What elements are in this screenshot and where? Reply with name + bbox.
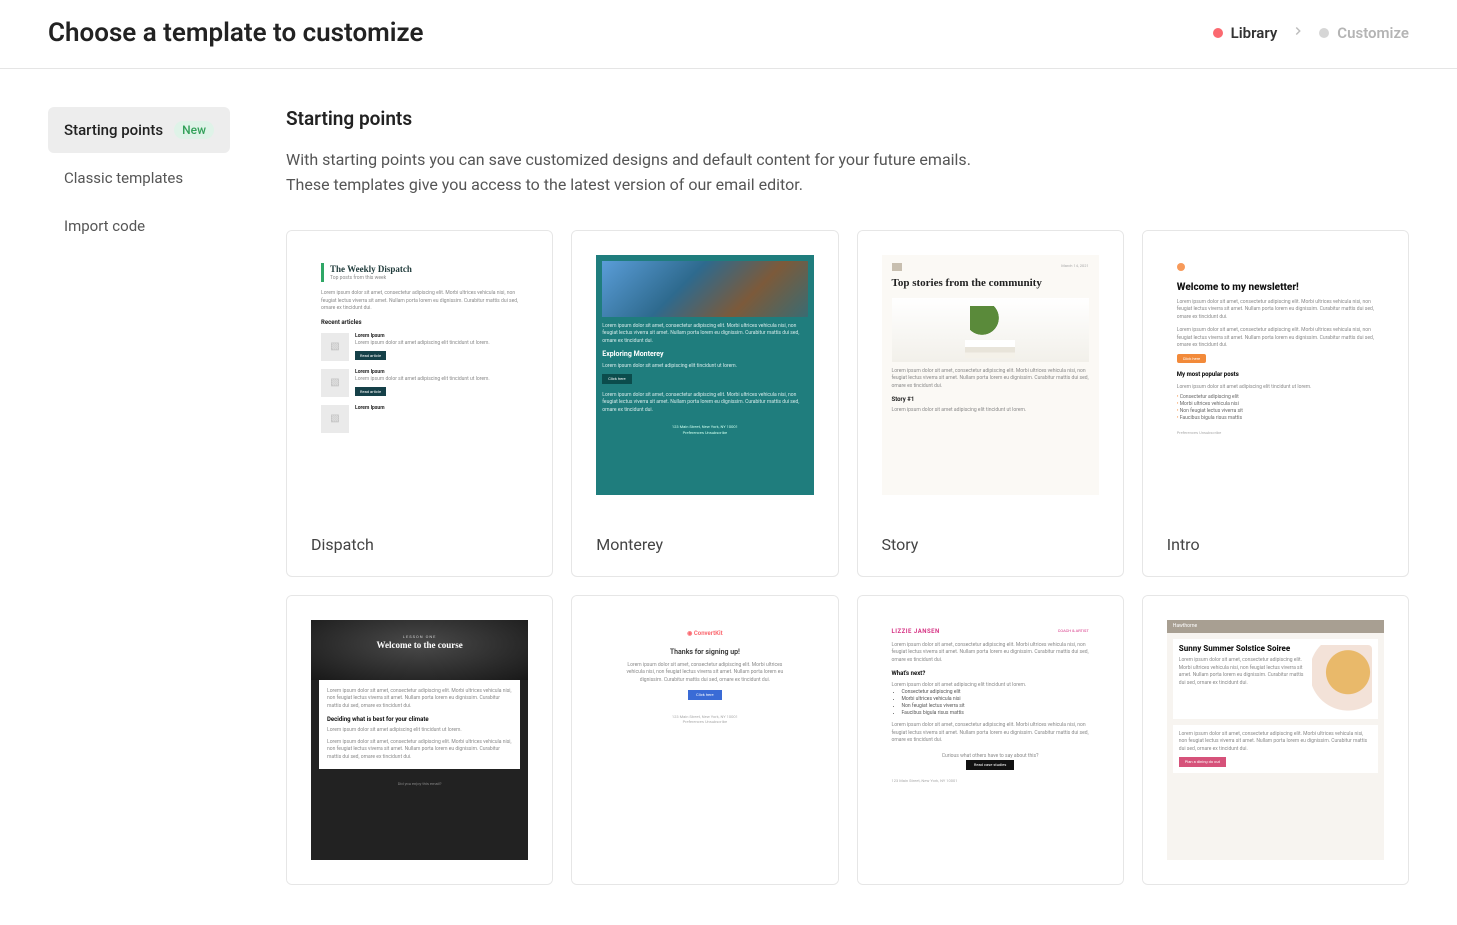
- template-preview: Lorem ipsum dolor sit amet, consectetur …: [572, 231, 837, 519]
- progress-stepper: Library Customize: [1213, 24, 1409, 42]
- step-dot-icon: [1319, 28, 1329, 38]
- content-area: Starting points With starting points you…: [286, 107, 1409, 885]
- template-name: Dispatch: [287, 519, 552, 576]
- template-card-dispatch[interactable]: The Weekly Dispatch Top posts from this …: [286, 230, 553, 577]
- new-badge: New: [174, 121, 214, 139]
- template-card[interactable]: LESSON ONE Welcome to the course Lorem i…: [286, 595, 553, 885]
- preview-heading: The Weekly Dispatch: [330, 263, 518, 276]
- step-dot-icon: [1213, 28, 1223, 38]
- template-preview: March 14, 2021 Top stories from the comm…: [858, 231, 1123, 519]
- sidebar-item-starting-points[interactable]: Starting points New: [48, 107, 230, 153]
- template-name: Monterey: [572, 519, 837, 576]
- template-card-monterey[interactable]: Lorem ipsum dolor sit amet, consectetur …: [571, 230, 838, 577]
- template-preview: Hawthorne Sunny Summer Solstice Soiree L…: [1143, 596, 1408, 884]
- sidebar-item-import-code[interactable]: Import code: [48, 203, 230, 249]
- template-card-story[interactable]: March 14, 2021 Top stories from the comm…: [857, 230, 1124, 577]
- logo-icon: [1177, 263, 1185, 271]
- template-name: Story: [858, 519, 1123, 576]
- page-title: Choose a template to customize: [48, 18, 423, 48]
- sidebar: Starting points New Classic templates Im…: [48, 107, 230, 885]
- template-card-intro[interactable]: Welcome to my newsletter! Lorem ipsum do…: [1142, 230, 1409, 577]
- template-preview: LIZZIE JANSEN COACH & ARTIST Lorem ipsum…: [858, 596, 1123, 884]
- page-header: Choose a template to customize Library C…: [0, 0, 1457, 69]
- logo-icon: [892, 263, 902, 271]
- section-description: With starting points you can save custom…: [286, 148, 1409, 198]
- logo-icon: ◉ ConvertKit: [606, 630, 803, 638]
- step-customize: Customize: [1319, 24, 1409, 42]
- section-title: Starting points: [286, 107, 1409, 130]
- image-placeholder-icon: ▧: [321, 405, 349, 433]
- template-card[interactable]: Hawthorne Sunny Summer Solstice Soiree L…: [1142, 595, 1409, 885]
- image-placeholder-icon: ▧: [321, 369, 349, 397]
- template-card[interactable]: LIZZIE JANSEN COACH & ARTIST Lorem ipsum…: [857, 595, 1124, 885]
- step-label: Customize: [1337, 24, 1409, 42]
- chevron-right-icon: [1291, 24, 1305, 42]
- sidebar-item-label: Classic templates: [64, 169, 183, 187]
- hero-image: [602, 261, 807, 317]
- preview-subtitle: Top posts from this week: [330, 275, 518, 282]
- template-preview: The Weekly Dispatch Top posts from this …: [287, 231, 552, 519]
- sidebar-item-label: Starting points: [64, 121, 163, 139]
- template-grid: The Weekly Dispatch Top posts from this …: [286, 230, 1409, 885]
- image-placeholder-icon: ▧: [321, 333, 349, 361]
- template-card[interactable]: ◉ ConvertKit Thanks for signing up! Lore…: [571, 595, 838, 885]
- hero-image: [1312, 645, 1372, 713]
- hero-image: [892, 298, 1089, 362]
- template-preview: Welcome to my newsletter! Lorem ipsum do…: [1143, 231, 1408, 519]
- template-preview: LESSON ONE Welcome to the course Lorem i…: [287, 596, 552, 884]
- sidebar-item-label: Import code: [64, 217, 145, 235]
- template-name: Intro: [1143, 519, 1408, 576]
- main-layout: Starting points New Classic templates Im…: [0, 69, 1457, 925]
- sidebar-item-classic-templates[interactable]: Classic templates: [48, 155, 230, 201]
- step-library[interactable]: Library: [1213, 24, 1278, 42]
- step-label: Library: [1231, 24, 1278, 42]
- template-preview: ◉ ConvertKit Thanks for signing up! Lore…: [572, 596, 837, 884]
